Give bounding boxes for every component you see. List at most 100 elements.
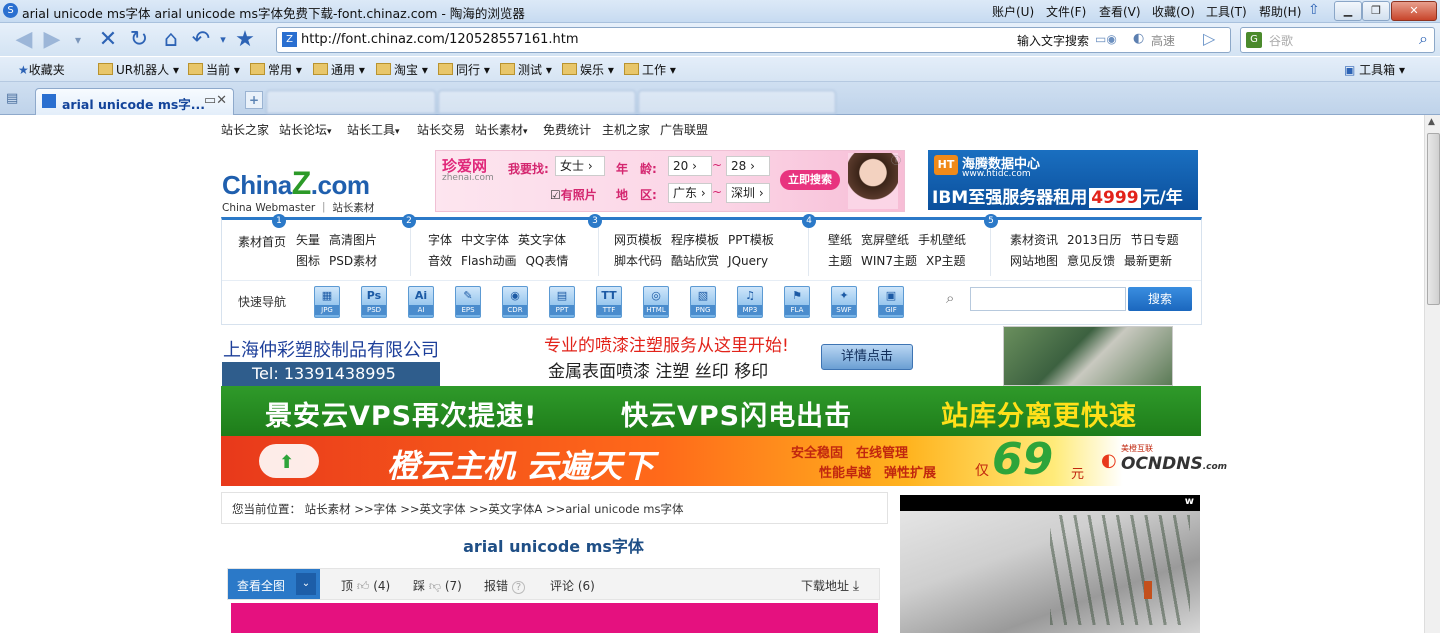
go-arrow-icon[interactable]: ▷ bbox=[1203, 29, 1215, 48]
history-dropdown-icon[interactable]: ▾ bbox=[66, 28, 90, 52]
bookmark-folder-common[interactable]: 常用 ▾ bbox=[250, 61, 302, 78]
favorite-star-icon[interactable]: ★ bbox=[233, 28, 257, 52]
bookmark-folder-entertainment[interactable]: 娱乐 ▾ bbox=[562, 61, 614, 78]
cat-wide-wallpaper[interactable]: 宽屏壁纸 bbox=[861, 233, 909, 247]
filetype-png-icon[interactable]: ▧ PNG bbox=[690, 286, 716, 318]
bookmark-folder-taobao[interactable]: 淘宝 ▾ bbox=[376, 61, 428, 78]
scroll-up-icon[interactable]: ▲ bbox=[1428, 117, 1435, 127]
toolbox-button[interactable]: ▣ 工具箱 ▾ bbox=[1344, 61, 1405, 78]
cat-web-templates[interactable]: 网页模板 bbox=[614, 233, 662, 247]
menu-favorites[interactable]: 收藏(O) bbox=[1152, 3, 1195, 20]
address-url[interactable]: http://font.chinaz.com/120528557161.htm bbox=[301, 32, 579, 47]
cat-latest[interactable]: 最新更新 bbox=[1124, 254, 1172, 268]
cat-ppt-templates[interactable]: PPT模板 bbox=[728, 233, 774, 247]
cat-vector[interactable]: 矢量 bbox=[296, 233, 320, 247]
search-keyword-label[interactable]: 输入文字搜索 bbox=[1017, 32, 1089, 49]
bookmark-folder-current[interactable]: 当前 ▾ bbox=[188, 61, 240, 78]
cat-chinese-fonts[interactable]: 中文字体 bbox=[461, 233, 509, 247]
breadcrumb-text[interactable]: 您当前位置： 站长素材 >>字体 >>英文字体 >>英文字体A >>arial … bbox=[232, 501, 683, 517]
chinaz-logo[interactable]: ChinaZ.com China Webmaster ｜ 站长素材 bbox=[222, 165, 374, 215]
cat-english-fonts[interactable]: 英文字体 bbox=[518, 233, 566, 247]
tab-background[interactable] bbox=[438, 90, 636, 114]
cat-psd[interactable]: PSD素材 bbox=[329, 254, 377, 268]
cat-xp-themes[interactable]: XP主题 bbox=[926, 254, 965, 268]
downvote-button[interactable]: 踩 👎︎ (7) bbox=[413, 577, 462, 594]
tab-close-icon[interactable]: ▭✕ bbox=[204, 93, 227, 108]
undo-dropdown-icon[interactable]: ▾ bbox=[211, 28, 235, 52]
htidc-ad-banner[interactable]: HT 海腾数据中心 www.htidc.com IBM至强服务器租用 4999 元/… bbox=[928, 150, 1198, 210]
orange-cloud-ad-banner[interactable]: ⬆ 橙云主机 云遍天下 安全稳固 在线管理 性能卓越 弹性扩展 仅 69 元 ◐… bbox=[221, 434, 1227, 486]
cat-themes[interactable]: 主题 bbox=[828, 254, 852, 268]
address-bar[interactable]: Z http://font.chinaz.com/120528557161.ht… bbox=[276, 27, 1231, 53]
filetype-jpg-icon[interactable]: ▦ JPG bbox=[314, 286, 340, 318]
plastic-ad-banner[interactable]: 上海仲彩塑胶制品有限公司 Tel: 13391438995 专业的喷漆注塑服务从… bbox=[221, 326, 1201, 386]
site-search-button[interactable]: 搜索 bbox=[1128, 287, 1192, 311]
bookmark-folder-ur[interactable]: UR机器人 ▾ bbox=[98, 61, 179, 78]
cat-hd-images[interactable]: 高清图片 bbox=[329, 233, 377, 247]
filetype-fla-icon[interactable]: ⚑ FLA bbox=[784, 286, 810, 318]
tab-background[interactable] bbox=[638, 90, 836, 114]
zhenai-province-select[interactable]: 广东 › bbox=[668, 183, 712, 203]
bookmark-folder-test[interactable]: 测试 ▾ bbox=[500, 61, 552, 78]
stop-icon[interactable]: ✕ bbox=[96, 28, 120, 52]
filetype-cdr-icon[interactable]: ◉ CDR bbox=[502, 286, 528, 318]
view-all-button[interactable]: 查看全图 ⌄ bbox=[228, 569, 320, 599]
page-scrollbar[interactable]: ▲ bbox=[1424, 115, 1440, 633]
ad-info-icon[interactable]: ⓘ bbox=[891, 152, 901, 167]
forward-icon[interactable]: ▶ bbox=[40, 28, 64, 52]
menu-account[interactable]: 账户(U) bbox=[992, 3, 1034, 20]
cat-mobile-wallpaper[interactable]: 手机壁纸 bbox=[918, 233, 966, 247]
pin-icon[interactable]: ⇧ bbox=[1308, 2, 1320, 18]
cat-win7-themes[interactable]: WIN7主题 bbox=[861, 254, 917, 268]
cat-cool-sites[interactable]: 酷站欣赏 bbox=[671, 254, 719, 268]
topnav-material[interactable]: 站长素材▾ bbox=[475, 121, 528, 138]
zhenai-age-from[interactable]: 20 › bbox=[668, 156, 712, 176]
cat-scripts[interactable]: 脚本代码 bbox=[614, 254, 662, 268]
topnav-tools[interactable]: 站长工具▾ bbox=[347, 121, 400, 138]
back-icon[interactable]: ◀ bbox=[12, 28, 36, 52]
new-tab-button[interactable]: + bbox=[245, 91, 263, 109]
cat-feedback[interactable]: 意见反馈 bbox=[1067, 254, 1115, 268]
cat-program-templates[interactable]: 程序模板 bbox=[671, 233, 719, 247]
speed-mode-icon[interactable]: ◐ bbox=[1133, 31, 1144, 46]
cat-jquery[interactable]: JQuery bbox=[728, 254, 768, 268]
zhenai-photo-checkbox[interactable]: ☑有照片 bbox=[550, 186, 597, 203]
comments-link[interactable]: 评论 (6) bbox=[550, 577, 595, 594]
cat-news[interactable]: 素材资讯 bbox=[1010, 233, 1058, 247]
plastic-details-button[interactable]: 详情点击 bbox=[821, 344, 913, 370]
video-ad[interactable]: w bbox=[900, 495, 1200, 633]
filetype-ai-icon[interactable]: Ai AI bbox=[408, 286, 434, 318]
bookmark-folder-work[interactable]: 工作 ▾ bbox=[624, 61, 676, 78]
cat-holidays[interactable]: 节日专题 bbox=[1131, 233, 1179, 247]
filetype-html-icon[interactable]: ◎ HTML bbox=[643, 286, 669, 318]
cat-sitemap[interactable]: 网站地图 bbox=[1010, 254, 1058, 268]
cat-wallpaper[interactable]: 壁纸 bbox=[828, 233, 852, 247]
report-error-button[interactable]: 报错 ? bbox=[484, 577, 526, 594]
cat-qq-emoji[interactable]: QQ表情 bbox=[525, 254, 568, 268]
filetype-ppt-icon[interactable]: ▤ PPT bbox=[549, 286, 575, 318]
site-search-input[interactable] bbox=[970, 287, 1126, 311]
filetype-ttf-icon[interactable]: TT TTF bbox=[596, 286, 622, 318]
scroll-thumb[interactable] bbox=[1427, 133, 1440, 305]
tab-active[interactable]: arial unicode ms字... ▭✕ bbox=[35, 88, 234, 115]
topnav-forum[interactable]: 站长论坛▾ bbox=[279, 121, 332, 138]
cat-icons[interactable]: 图标 bbox=[296, 254, 320, 268]
topnav-stats[interactable]: 免费统计 bbox=[543, 121, 591, 138]
search-engine-placeholder[interactable]: 谷歌 bbox=[1269, 32, 1293, 49]
cat-flash[interactable]: Flash动画 bbox=[461, 254, 516, 268]
close-window-button[interactable]: ✕ bbox=[1391, 1, 1437, 21]
fast-mode-label[interactable]: 高速 bbox=[1151, 32, 1175, 49]
cat-calendar[interactable]: 2013日历 bbox=[1067, 233, 1122, 247]
zhenai-search-button[interactable]: 立即搜索 bbox=[780, 170, 840, 190]
vps-ad-banner[interactable]: 景安云VPS再次提速! 快云VPS闪电出击 站库分离更快速 bbox=[221, 386, 1201, 436]
zhenai-age-to[interactable]: 28 › bbox=[726, 156, 770, 176]
zhenai-ad-banner[interactable]: 珍爱网 zhenai.com 我要找: 女士 › 年 龄: 20 › ~ 28 … bbox=[435, 150, 905, 212]
chevron-down-icon[interactable]: ⌄ bbox=[296, 573, 316, 595]
menu-file[interactable]: 文件(F) bbox=[1046, 3, 1086, 20]
search-box[interactable]: G 谷歌 ⌕ bbox=[1240, 27, 1435, 53]
zhenai-gender-select[interactable]: 女士 › bbox=[555, 156, 605, 176]
topnav-chinaz[interactable]: 站长之家 bbox=[221, 121, 269, 138]
tab-background[interactable] bbox=[266, 90, 436, 114]
sidebar-toggle-icon[interactable]: ▤ bbox=[6, 91, 18, 106]
menu-view[interactable]: 查看(V) bbox=[1099, 3, 1141, 20]
